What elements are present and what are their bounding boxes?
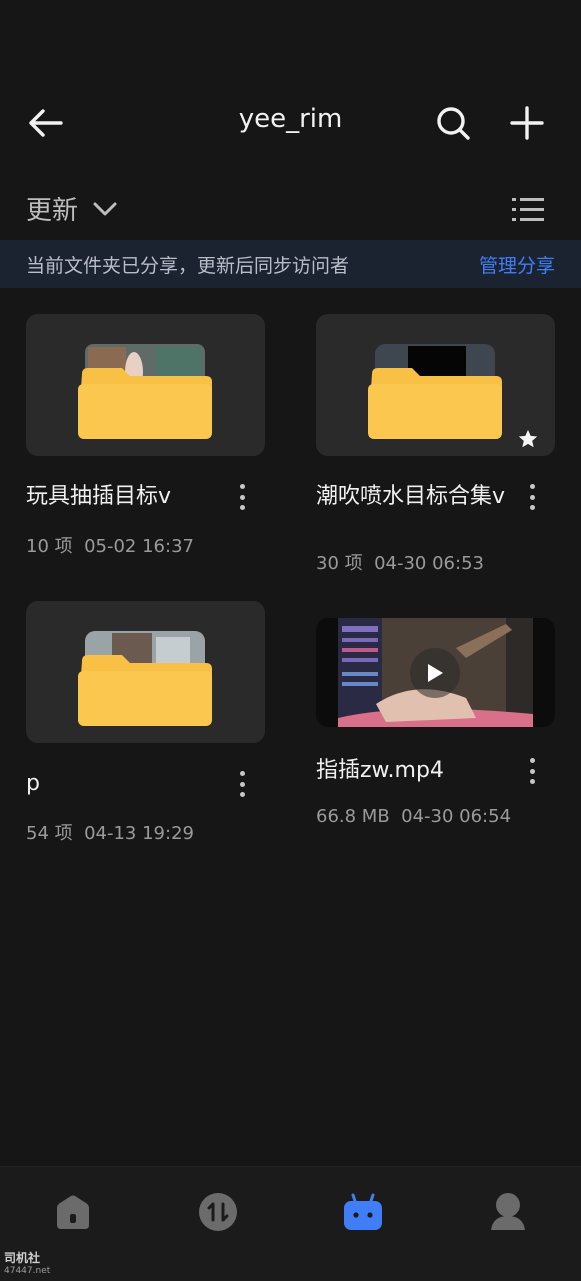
watermark: 司机社 47447.net (4, 1252, 50, 1278)
item-name: 潮吹喷水目标合集v (316, 484, 506, 509)
add-button[interactable] (504, 100, 550, 146)
view-toggle-button[interactable] (506, 192, 550, 228)
dot (239, 771, 245, 776)
share-box-icon (344, 1193, 382, 1230)
dot (529, 484, 535, 489)
play-icon (428, 664, 443, 682)
item-name: 玩具抽插目标v (26, 484, 172, 509)
search-button[interactable] (430, 100, 476, 146)
sort-label: 更新 (26, 196, 79, 226)
search-icon (437, 107, 470, 140)
star-icon (518, 429, 538, 448)
more-options-button[interactable] (522, 482, 542, 512)
dot (529, 779, 535, 784)
item-name: 指插zw.mp4 (316, 758, 444, 783)
watermark-title: 司机社 (4, 1251, 41, 1265)
share-banner-text: 当前文件夹已分享，更新后同步访问者 (26, 254, 350, 277)
nav-profile[interactable] (483, 1187, 533, 1237)
bottom-nav (0, 1166, 581, 1281)
item-meta: 10 项 05-02 16:37 (26, 536, 194, 557)
dot (529, 494, 535, 500)
dot (239, 494, 245, 500)
chevron-down-icon (93, 202, 117, 215)
item-meta: 66.8 MB 04-30 06:54 (316, 806, 512, 827)
dot (529, 758, 535, 763)
dot (239, 484, 245, 489)
folder-icon (78, 631, 212, 726)
manage-share-link[interactable]: 管理分享 (479, 251, 555, 278)
item-meta: 54 项 04-13 19:29 (26, 823, 194, 844)
more-options-button[interactable] (232, 769, 252, 799)
home-icon (57, 1195, 89, 1229)
more-options-button[interactable] (522, 756, 542, 786)
transfer-icon (199, 1193, 237, 1231)
more-options-button[interactable] (232, 482, 252, 512)
dot (529, 768, 535, 774)
folder-thumbnail[interactable] (26, 314, 265, 456)
dot (239, 781, 245, 787)
item-meta: 30 项 04-30 06:53 (316, 553, 484, 574)
watermark-url: 47447.net (4, 1266, 51, 1276)
profile-icon (491, 1193, 525, 1230)
dot (239, 505, 245, 510)
nav-share[interactable] (338, 1187, 388, 1237)
page-title: yee_rim (238, 104, 343, 134)
item-name: p (26, 771, 40, 796)
folder-thumbnail[interactable] (316, 314, 555, 456)
play-button[interactable] (410, 648, 460, 698)
folder-thumbnail[interactable] (26, 601, 265, 743)
folder-icon (78, 344, 212, 439)
dot (239, 792, 245, 797)
share-banner: 当前文件夹已分享，更新后同步访问者 管理分享 (0, 240, 581, 288)
nav-transfer[interactable] (193, 1187, 243, 1237)
dot (529, 505, 535, 510)
list-view-icon (512, 198, 544, 221)
sort-selector[interactable]: 更新 (26, 190, 118, 227)
plus-icon (510, 106, 544, 140)
video-thumbnail[interactable] (316, 618, 555, 727)
nav-home[interactable] (48, 1187, 98, 1237)
